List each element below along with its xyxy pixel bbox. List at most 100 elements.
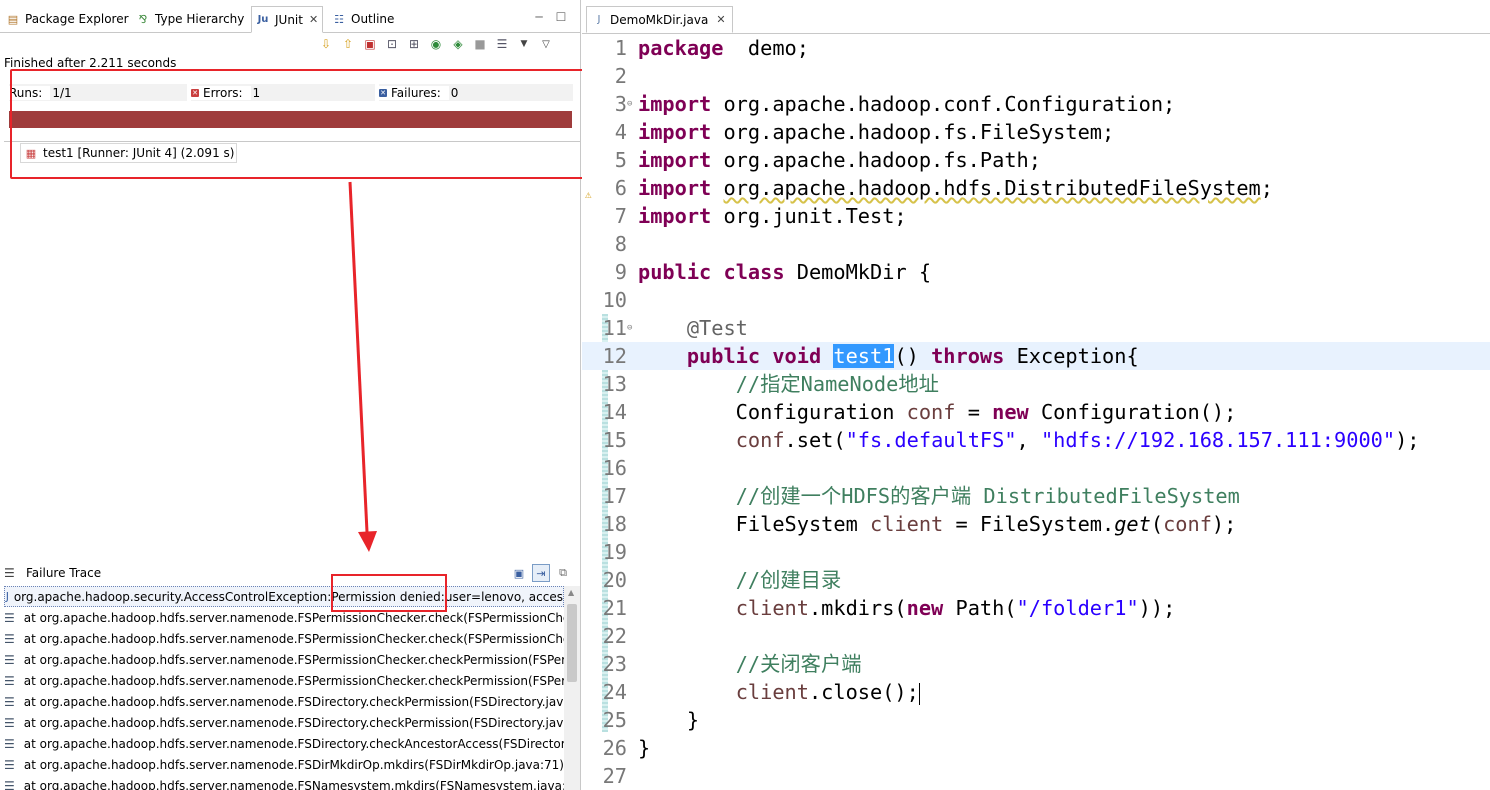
code-token: client xyxy=(735,596,809,620)
code-text: Configuration conf = new Configuration()… xyxy=(638,398,1237,426)
code-token: //创建目录 xyxy=(735,568,842,592)
code-text: public void test1() throws Exception{ xyxy=(638,342,1139,370)
code-line: 9 public class DemoMkDir { xyxy=(582,258,1490,286)
code-text: import org.apache.hadoop.conf.Configurat… xyxy=(638,90,1175,118)
stack-frame-icon: ☰ xyxy=(4,610,15,625)
tab-editor-demomkdir[interactable]: J DemoMkDir.java ✕ xyxy=(586,6,733,33)
trace-line[interactable]: Jorg.apache.hadoop.security.AccessContro… xyxy=(4,586,564,607)
trace-line[interactable]: ☰ at org.apache.hadoop.hdfs.server.nameno… xyxy=(4,754,564,775)
close-icon[interactable]: ✕ xyxy=(716,13,725,26)
trace-text: at org.apache.hadoop.hdfs.server.namenod… xyxy=(23,610,564,625)
trace-line[interactable]: ☰ at org.apache.hadoop.hdfs.server.nameno… xyxy=(4,733,564,754)
line-number: 23 xyxy=(602,652,627,676)
code-token: import xyxy=(638,204,712,228)
line-number: 17 xyxy=(602,484,627,508)
line-number: 4 xyxy=(614,120,627,144)
trace-text: at org.apache.hadoop.hdfs.server.namenod… xyxy=(23,694,564,709)
code-line: 15 conf.set("fs.defaultFS", "hdfs://192.… xyxy=(582,426,1490,454)
trace-line[interactable]: ☰ at org.apache.hadoop.hdfs.server.nameno… xyxy=(4,670,564,691)
code-line: 27 xyxy=(582,762,1490,790)
trace-text: at org.apache.hadoop.hdfs.server.namenod… xyxy=(23,631,564,646)
code-token: import xyxy=(638,120,712,144)
code-token: Configuration(); xyxy=(1028,400,1237,424)
code-token: get xyxy=(1114,512,1151,536)
code-token: Configuration xyxy=(638,400,907,424)
line-number: 26 xyxy=(602,736,627,760)
stack-frame-icon: ☰ xyxy=(4,736,15,751)
code-token: ); xyxy=(1211,512,1237,536)
trace-line[interactable]: ☰ at org.apache.hadoop.hdfs.server.nameno… xyxy=(4,607,564,628)
code-token: package xyxy=(638,36,724,60)
line-number: 12 xyxy=(602,344,627,368)
code-line: 1 package demo; xyxy=(582,34,1490,62)
code-text: package demo; xyxy=(638,34,809,62)
line-number: 13 xyxy=(602,372,627,396)
trace-scrollbar[interactable]: ▲ xyxy=(564,586,580,790)
stack-frame-icon: ☰ xyxy=(4,757,15,772)
code-token: , xyxy=(1016,428,1041,452)
trace-text: at org.apache.hadoop.hdfs.server.namenod… xyxy=(23,757,564,772)
compare-result-icon[interactable]: ▣ xyxy=(510,564,528,582)
scrollbar-thumb[interactable] xyxy=(567,604,577,682)
trace-text: org.apache.hadoop.security.AccessControl… xyxy=(13,589,332,604)
code-token: client xyxy=(870,512,944,536)
stack-frame-icon: ☰ xyxy=(4,631,15,646)
code-text: //指定NameNode地址 xyxy=(638,370,939,398)
line-number: 18 xyxy=(602,512,627,536)
code-text: FileSystem client = FileSystem.get(conf)… xyxy=(638,510,1237,538)
scroll-up-icon[interactable]: ▲ xyxy=(568,588,574,597)
trace-text: at org.apache.hadoop.hdfs.server.namenod… xyxy=(23,736,564,751)
code-token: demo; xyxy=(723,36,809,60)
code-line: 2 xyxy=(582,62,1490,90)
code-token: class xyxy=(723,260,785,284)
trace-line[interactable]: ☰ at org.apache.hadoop.hdfs.server.nameno… xyxy=(4,712,564,733)
trace-text: user=lenovo, acces xyxy=(444,589,563,604)
fold-toggle-icon[interactable]: ⊖ xyxy=(627,99,632,109)
code-area[interactable]: 1 package demo; 2 3 ⊖ import org.apache.hadoo… xyxy=(582,34,1490,790)
code-token: test1 xyxy=(833,344,895,368)
trace-line[interactable]: ☰ at org.apache.hadoop.hdfs.server.nameno… xyxy=(4,775,564,790)
code-text: public class DemoMkDir { xyxy=(638,258,931,286)
java-file-icon: J xyxy=(597,14,601,25)
code-token: //创建一个HDFS的客户端 DistributedFileSystem xyxy=(735,484,1240,508)
exception-icon: J xyxy=(5,590,10,603)
code-text: client.close(); xyxy=(638,678,920,706)
code-editor: J DemoMkDir.java ✕ 1 package demo; 2 3 ⊖ impo… xyxy=(582,0,1490,790)
trace-text: at org.apache.hadoop.hdfs.server.namenod… xyxy=(23,673,564,688)
trace-line[interactable]: ☰ at org.apache.hadoop.hdfs.server.nameno… xyxy=(4,691,564,712)
code-token: conf xyxy=(906,400,956,424)
line-number: 27 xyxy=(602,764,627,788)
stack-frame-icon: ☰ xyxy=(4,652,15,667)
code-token: = FileSystem. xyxy=(943,512,1115,536)
copy-trace-icon[interactable]: ⧉ xyxy=(554,564,572,582)
code-line: 13 //指定NameNode地址 xyxy=(582,370,1490,398)
trace-text: at org.apache.hadoop.hdfs.server.namenod… xyxy=(23,715,564,730)
code-line: 14 Configuration conf = new Configuratio… xyxy=(582,398,1490,426)
code-line: 12 public void test1() throws Exception{ xyxy=(582,342,1490,370)
code-token: Path( xyxy=(943,596,1017,620)
line-number: 10 xyxy=(602,288,627,312)
trace-line[interactable]: ☰ at org.apache.hadoop.hdfs.server.nameno… xyxy=(4,628,564,649)
fold-toggle-icon[interactable]: ⊖ xyxy=(627,323,632,333)
code-line: 22 xyxy=(582,622,1490,650)
code-text: conf.set("fs.defaultFS", "hdfs://192.168… xyxy=(638,426,1420,454)
filter-stack-trace-icon[interactable]: ⇥ xyxy=(532,564,550,582)
code-token: new xyxy=(992,400,1029,424)
stack-frame-icon: ☰ xyxy=(4,778,15,790)
code-line: 3 ⊖ import org.apache.hadoop.conf.Configur… xyxy=(582,90,1490,118)
code-token: .set( xyxy=(784,428,846,452)
code-line: 26} xyxy=(582,734,1490,762)
trace-line[interactable]: ☰ at org.apache.hadoop.hdfs.server.nameno… xyxy=(4,649,564,670)
line-number: 19 xyxy=(602,540,627,564)
code-line: 7 import org.junit.Test; xyxy=(582,202,1490,230)
code-line: 20 //创建目录 xyxy=(582,566,1490,594)
stack-trace-icon: ☰ xyxy=(4,566,15,580)
code-token: org.junit.Test; xyxy=(711,204,907,228)
code-text: //关闭客户端 xyxy=(638,650,862,678)
